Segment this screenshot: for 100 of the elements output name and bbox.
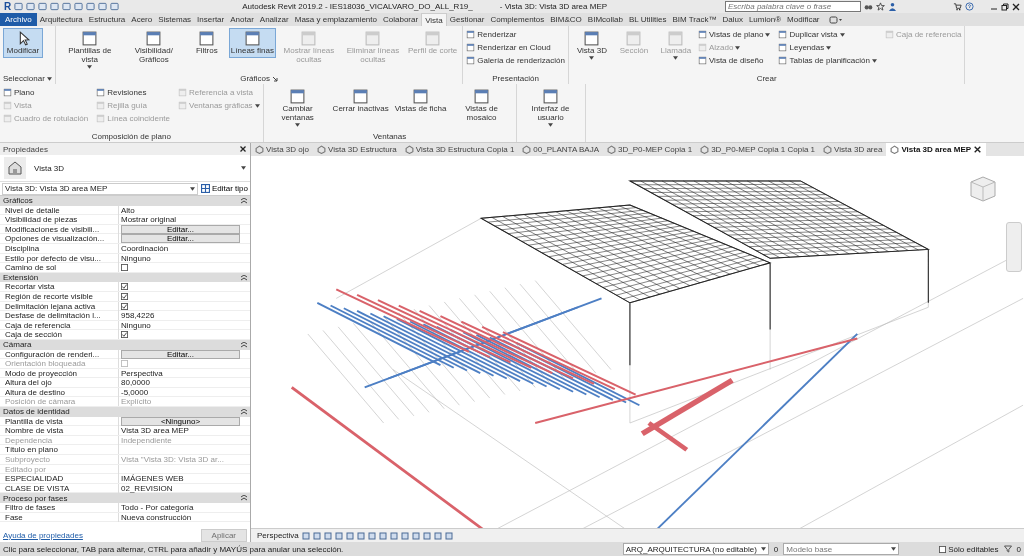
close-icon[interactable] [1012,2,1020,11]
cart-icon[interactable] [953,2,962,11]
checkbox[interactable] [121,331,128,339]
ribbon-tab[interactable]: Gestionar [446,13,488,26]
ribbon-tab[interactable]: Sistemas [155,13,195,26]
ribbon-tab[interactable]: Analizar [256,13,292,26]
panel-toggle-icon[interactable] [828,15,843,24]
checkbox[interactable] [939,545,947,553]
ribbon-button[interactable]: Renderizar [466,28,565,41]
close-icon[interactable] [973,145,983,154]
ribbon-tab[interactable]: Estructura [85,13,129,26]
app-logo[interactable]: R [4,1,12,12]
ribbon-button[interactable]: Vista de diseño [697,54,771,67]
ribbon-button[interactable]: Revisiones [96,86,170,99]
window-icon [178,88,187,97]
help-link[interactable]: Ayuda de propiedades [3,530,83,540]
edit-button[interactable]: Editar... [121,234,240,244]
filter-icon[interactable] [1003,545,1012,553]
collapse-icon[interactable] [241,341,247,348]
collapse-icon[interactable] [241,408,247,415]
view-tab[interactable]: 3D_P0-MEP Copia 1 [603,143,697,156]
collapse-icon[interactable] [241,274,247,281]
ribbon-tab[interactable]: Vista [421,13,447,26]
group-header[interactable]: Gráficos [3,196,33,206]
close-icon[interactable] [239,145,247,153]
edit-button[interactable]: Editar... [121,224,240,234]
ribbon-button[interactable]: Modificar [3,28,43,58]
restore-icon[interactable] [1001,2,1009,11]
ribbon-tab[interactable]: Acero [128,13,156,26]
cube-icon [823,145,833,154]
ribbon-button[interactable]: Líneas finas [228,28,276,58]
ribbon-button[interactable]: Vistas de mosaico [450,86,513,125]
ribbon-tab[interactable]: Archivo [0,13,37,26]
ribbon-button[interactable]: Filtros [186,28,227,58]
edit-button[interactable]: Editar... [121,349,240,359]
ribbon-tab[interactable]: Masa y emplazamiento [291,13,380,26]
panel-title[interactable]: Seleccionar [3,74,45,83]
ribbon-tab[interactable]: BIMcollab [584,13,626,26]
group-header[interactable]: Cámara [3,340,32,350]
view-selector[interactable]: Vista 3D: Vista 3D area MEP [2,182,198,195]
workset-dropdown[interactable]: ARQ_ARQUITECTURA (no editable) [622,543,769,555]
ribbon-button[interactable]: Vista 3D [571,28,612,62]
checkbox-label[interactable]: Sólo editables [948,544,999,554]
caret-icon [891,547,897,551]
launcher-arrow-icon[interactable] [271,75,278,82]
view-tab[interactable]: Vista 3D Estructura [313,143,401,156]
edit-type-button[interactable]: Editar tipo [200,184,248,193]
ribbon-button[interactable]: Tablas de planificación [778,54,877,67]
ribbon-tab[interactable]: Modificar [784,13,823,26]
view-title: - Vista 3D: Vista 3D area MEP [499,2,608,11]
view-tab[interactable]: Vista 3D Estructura Copia 1 [400,143,519,156]
ribbon-button[interactable]: Leyendas [778,41,877,54]
search-field[interactable]: Escriba palabra clave o frase [725,1,861,12]
ribbon-tab[interactable]: Arquitectura [36,13,86,26]
ribbon-button[interactable]: Vistas de ficha [392,86,449,116]
help-icon[interactable] [965,2,974,11]
ribbon-button[interactable]: Duplicar vista [778,28,877,41]
checkbox[interactable] [121,264,128,272]
star-icon[interactable] [876,2,885,11]
ribbon-button[interactable]: Cerrar inactivas [330,86,391,116]
cube-icon [522,145,532,154]
user-icon[interactable] [888,2,897,11]
checkbox[interactable] [121,292,128,300]
design-option-dropdown[interactable]: Modelo base [783,543,900,555]
ribbon-button[interactable]: Galería de renderización [466,54,565,67]
property-label: ESPECIALIDAD [4,474,65,484]
ribbon-button[interactable]: Interfaz de usuario [519,86,582,129]
view-tab[interactable]: Vista 3D area [819,143,887,156]
ribbon-tab[interactable]: Colaborar [380,13,422,26]
ribbon-button[interactable]: Vistas de plano [697,28,771,41]
edit-button[interactable]: <Ninguno> [121,416,240,426]
panel-title: Ventanas [372,132,407,141]
window-icon [424,30,442,47]
projection-label[interactable]: Perspectiva [257,531,299,540]
ribbon-tab[interactable]: Insertar [194,13,228,26]
view-tab[interactable]: 00_PLANTA BAJA [518,143,604,156]
ribbon-button[interactable]: Cambiar ventanas [266,86,329,129]
group-header[interactable]: Extensión [3,273,39,283]
ribbon-tab[interactable]: Anotar [227,13,257,26]
ribbon-tab[interactable]: Lumion® [745,13,785,26]
ribbon-button[interactable]: Renderizar en Cloud [466,41,565,54]
ribbon-tab[interactable]: BIM Track™ [669,13,720,26]
ribbon-button[interactable]: Plano [3,86,89,99]
checkbox[interactable] [121,302,128,310]
ribbon-tab[interactable]: Dalux [719,13,746,26]
view-tab[interactable]: Vista 3D ojo [251,143,313,156]
ribbon-button[interactable]: Visibilidad/ Gráficos [122,28,185,67]
binoculars-icon[interactable] [864,2,873,11]
cube-icon [890,145,900,154]
ribbon-button[interactable]: Plantillas de vista [58,28,121,71]
window-icon [96,114,106,123]
collapse-icon[interactable] [241,197,247,204]
view-tab[interactable]: Vista 3D area MEP [886,143,987,156]
property-value: Alto [121,205,135,215]
collapse-icon[interactable] [241,495,247,502]
checkbox[interactable] [121,283,128,291]
ribbon-tab[interactable]: BIM&CO [547,13,585,26]
ribbon-tab[interactable]: Complementos [487,13,548,26]
view-tab[interactable]: 3D_P0-MEP Copia 1 Copia 1 [696,143,820,156]
ribbon-tab[interactable]: BL Utilities [625,13,670,26]
